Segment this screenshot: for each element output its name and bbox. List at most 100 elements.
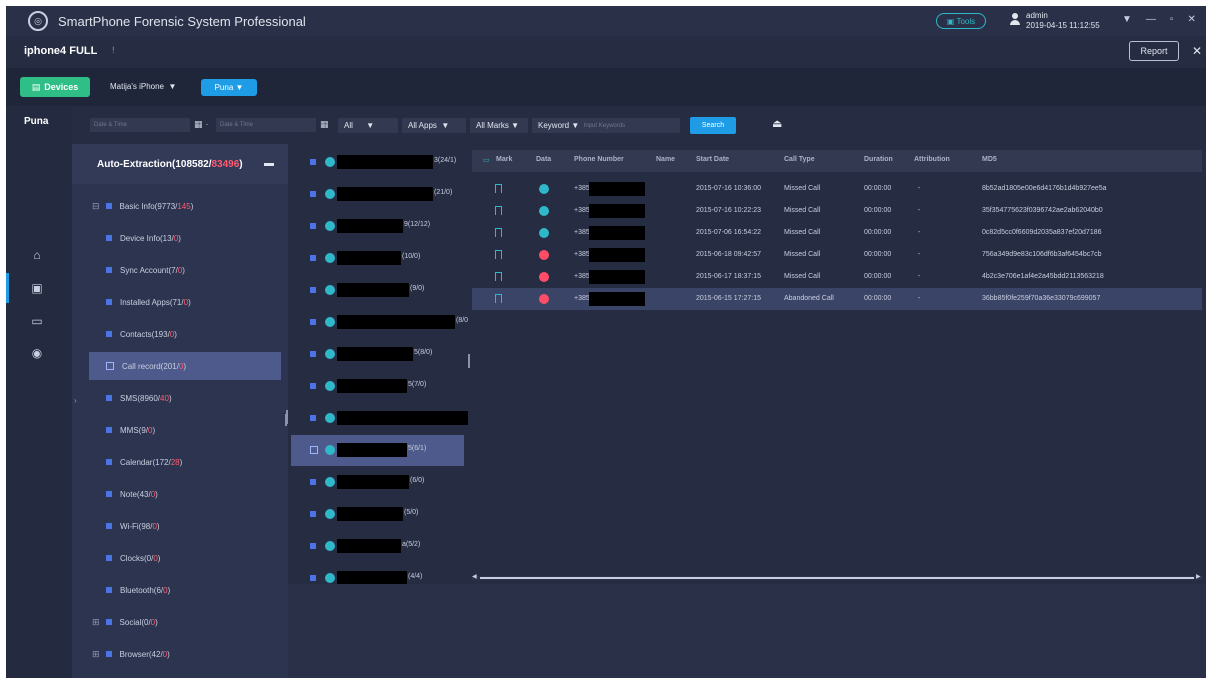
devices-button[interactable]: ▤ Devices xyxy=(20,77,90,97)
contact-checkbox[interactable] xyxy=(310,351,316,357)
tools-button[interactable]: ▣ Tools xyxy=(936,13,986,29)
report-button[interactable]: Report xyxy=(1129,41,1179,61)
table-row[interactable]: +385 2015-06-17 18:37:15 Missed Call 00:00:… xyxy=(472,266,1202,288)
minimize-icon[interactable]: — xyxy=(1146,14,1156,25)
scroll-left-icon[interactable]: ◀ xyxy=(472,573,477,580)
scroll-right-icon[interactable]: ▶ xyxy=(1196,573,1201,580)
contact-checkbox[interactable] xyxy=(310,575,316,581)
info-icon[interactable]: ◉ xyxy=(30,346,44,360)
home-icon[interactable]: ⌂ xyxy=(30,248,44,262)
tree-item[interactable]: MMS(9/0) xyxy=(106,416,155,444)
contact-row[interactable]: 3(24/1) xyxy=(291,147,464,178)
contact-checkbox[interactable] xyxy=(310,479,316,485)
tree-item[interactable]: Sync Account(7/0) xyxy=(106,256,185,284)
search-button[interactable]: Search xyxy=(690,117,736,134)
contact-list-splitter[interactable] xyxy=(286,410,288,424)
keyword-input[interactable]: Input Keywords xyxy=(584,123,625,129)
close-window-icon[interactable]: ✕ xyxy=(1187,14,1195,25)
calendar-icon[interactable]: ▦ xyxy=(194,119,204,129)
contact-row[interactable]: 9(12/12) xyxy=(291,211,464,242)
contact-checkbox[interactable] xyxy=(310,159,316,165)
contact-checkbox[interactable] xyxy=(310,255,316,261)
start-date-input[interactable]: Date & Time xyxy=(90,118,190,132)
tree-item[interactable]: Wi-Fi(98/0) xyxy=(106,512,160,540)
column-header-phone[interactable]: Phone Number xyxy=(574,156,624,163)
case-edit-icon[interactable]: ! xyxy=(112,45,115,55)
export-icon[interactable]: ⏏ xyxy=(772,117,782,130)
tree-item[interactable]: ⊟ Basic Info(9773/145) xyxy=(92,192,193,220)
table-horizontal-scrollbar[interactable]: ◀ ▶ xyxy=(472,573,1202,580)
column-header-data[interactable]: Data xyxy=(536,156,551,163)
tree-item[interactable]: Device Info(13/0) xyxy=(106,224,181,252)
tree-item[interactable]: Installed Apps(71/0) xyxy=(106,288,191,316)
tree-item[interactable]: Bluetooth(6/0) xyxy=(106,576,170,604)
contact-checkbox[interactable] xyxy=(310,415,316,421)
tree-item[interactable]: Note(43/0) xyxy=(106,480,158,508)
contact-row[interactable]: n xyxy=(291,403,468,434)
column-header-md5[interactable]: MD5 xyxy=(982,156,997,163)
collapse-panel-icon[interactable]: › xyxy=(74,396,77,405)
tree-item[interactable]: Calendar(172/28) xyxy=(106,448,182,476)
contact-row[interactable]: 5(7/0) xyxy=(291,371,464,402)
table-row[interactable]: +385 2015-07-06 16:54:22 Missed Call 00:00:… xyxy=(472,222,1202,244)
end-date-input[interactable]: Date & Time xyxy=(216,118,316,132)
device-tab-puna[interactable]: Puna ▼ xyxy=(201,79,257,96)
contact-row[interactable]: 5(6/1) xyxy=(291,435,464,466)
contact-row[interactable]: (6/0) xyxy=(291,467,464,498)
tree-item[interactable]: Contacts(193/0) xyxy=(106,320,177,348)
mark-header-icon[interactable]: ▭ xyxy=(483,156,490,164)
column-header-duration[interactable]: Duration xyxy=(864,156,893,163)
tree-item[interactable]: SMS(8960/40) xyxy=(106,384,172,412)
keyword-field[interactable]: Keyword ▼ Input Keywords xyxy=(532,118,680,133)
device-selector[interactable]: Matija's iPhone ▼ xyxy=(110,82,176,91)
table-row[interactable]: +385 2015-06-15 17:27:15 Abandoned Call 00:… xyxy=(472,288,1202,310)
expand-toggle-icon[interactable]: ⊞ xyxy=(92,617,100,628)
trash-icon[interactable]: ▬ xyxy=(264,158,274,169)
dropdown-icon[interactable]: ▼ xyxy=(1122,14,1132,25)
scrollbar-thumb[interactable] xyxy=(480,577,1194,579)
table-row[interactable]: +385 2015-07-16 10:36:00 Missed Call 00:00:… xyxy=(472,178,1202,200)
column-header-call-type[interactable]: Call Type xyxy=(784,156,815,163)
bookmark-icon[interactable] xyxy=(495,294,502,303)
folder-icon[interactable]: ▭ xyxy=(30,314,44,328)
column-header-name[interactable]: Name xyxy=(656,156,675,163)
tree-item[interactable]: Clocks(0/0) xyxy=(106,544,160,572)
contact-checkbox[interactable] xyxy=(310,319,316,325)
device-icon[interactable]: ▣ xyxy=(30,281,44,295)
column-header-mark[interactable]: Mark xyxy=(496,156,512,163)
contact-row[interactable]: (8/0) xyxy=(291,307,468,338)
marks-filter-select[interactable]: All Marks ▼ xyxy=(470,118,528,133)
bookmark-icon[interactable] xyxy=(495,184,502,193)
contact-row[interactable]: (21/0) xyxy=(291,179,464,210)
maximize-icon[interactable]: ▫ xyxy=(1170,14,1174,25)
column-header-start-date[interactable]: Start Date xyxy=(696,156,729,163)
contact-row[interactable]: (9/0) xyxy=(291,275,464,306)
close-case-icon[interactable]: ✕ xyxy=(1192,44,1202,58)
contact-checkbox[interactable] xyxy=(310,191,316,197)
contact-checkbox[interactable] xyxy=(310,446,318,454)
contact-row[interactable]: 5(8/0) xyxy=(291,339,464,370)
type-filter-select[interactable]: All ▼ xyxy=(338,118,398,133)
contact-row[interactable]: a(5/2) xyxy=(291,531,464,562)
contact-checkbox[interactable] xyxy=(310,287,316,293)
expand-toggle-icon[interactable]: ⊞ xyxy=(92,649,100,660)
contact-list-scrollbar[interactable] xyxy=(468,354,470,368)
bookmark-icon[interactable] xyxy=(495,250,502,259)
contact-row[interactable]: (5/0) xyxy=(291,499,464,530)
calendar-icon[interactable]: ▦ xyxy=(320,119,330,129)
contact-row[interactable]: (4/4) xyxy=(291,563,464,584)
contact-row[interactable]: (10/0) xyxy=(291,243,464,274)
contact-checkbox[interactable] xyxy=(310,383,316,389)
table-row[interactable]: +385 2015-06-18 09:42:57 Missed Call 00:00:… xyxy=(472,244,1202,266)
tree-item[interactable]: ⊞ Browser(42/0) xyxy=(92,640,170,668)
column-header-attribution[interactable]: Attribution xyxy=(914,156,950,163)
table-row[interactable]: +385 2015-07-16 10:22:23 Missed Call 00:00:… xyxy=(472,200,1202,222)
contact-checkbox[interactable] xyxy=(310,511,316,517)
bookmark-icon[interactable] xyxy=(495,206,502,215)
bookmark-icon[interactable] xyxy=(495,228,502,237)
tree-item[interactable]: ⊞Email(0/0) xyxy=(92,672,156,678)
contact-checkbox[interactable] xyxy=(310,223,316,229)
apps-filter-select[interactable]: All Apps ▼ xyxy=(402,118,466,133)
expand-toggle-icon[interactable]: ⊟ xyxy=(92,201,100,212)
tree-item[interactable]: ⊞ Social(0/0) xyxy=(92,608,158,636)
